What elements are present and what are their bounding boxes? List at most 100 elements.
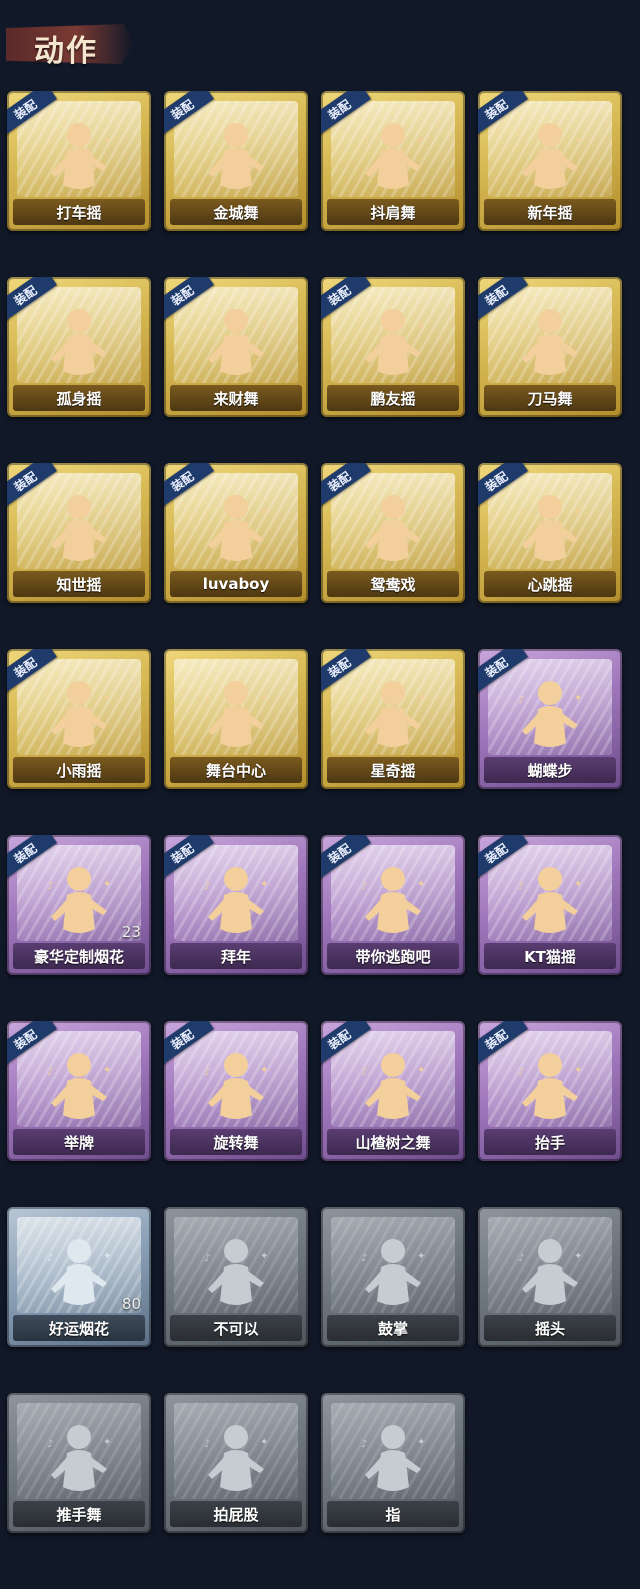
- emote-card[interactable]: ♪ ✦ 装配 鹏友摇: [321, 277, 465, 417]
- svg-text:♪: ♪: [47, 1067, 53, 1078]
- svg-text:✦: ✦: [417, 1251, 425, 1262]
- emote-card[interactable]: ♪ ✦ 80 好运烟花: [7, 1207, 151, 1347]
- card-label-bar: 舞台中心: [170, 757, 302, 783]
- emote-card[interactable]: ♪ ✦ 装配 知世摇: [7, 463, 151, 603]
- card-label: 旋转舞: [213, 1133, 259, 1152]
- emote-card[interactable]: ♪ ✦ 舞台中心: [164, 649, 308, 789]
- card-label-bar: 拍屁股: [170, 1501, 302, 1527]
- emote-card[interactable]: ♪ ✦ 装配 山楂树之舞: [321, 1021, 465, 1161]
- emote-card[interactable]: ♪ ✦ 装配 星奇摇: [321, 649, 465, 789]
- push-hand-icon: ♪ ✦: [37, 1417, 121, 1503]
- card-label-bar: 鼓掌: [327, 1315, 459, 1341]
- svg-text:✦: ✦: [574, 693, 582, 704]
- emote-card[interactable]: ♪ ✦ 装配 23 豪华定制烟花: [7, 835, 151, 975]
- card-label: 好运烟花: [48, 1319, 109, 1338]
- emote-card[interactable]: ♪ ✦ 装配 打车摇: [7, 91, 151, 231]
- svg-text:♪: ♪: [47, 509, 53, 520]
- card-label-bar: 豪华定制烟花: [13, 943, 145, 969]
- card-label-bar: 好运烟花: [13, 1315, 145, 1341]
- emote-card[interactable]: ♪ ✦ 拍屁股: [164, 1393, 308, 1533]
- card-label: 指: [385, 1505, 401, 1524]
- svg-text:✦: ✦: [260, 1065, 268, 1076]
- svg-text:✦: ✦: [417, 507, 425, 518]
- card-label: 刀马舞: [527, 389, 573, 408]
- card-label: 拍屁股: [213, 1505, 259, 1524]
- emote-card[interactable]: ♪ ✦ 装配 举牌: [7, 1021, 151, 1161]
- svg-text:♪: ♪: [204, 695, 210, 706]
- card-label: 鸳鸯戏: [370, 575, 416, 594]
- emote-card[interactable]: ♪ ✦ 摇头: [478, 1207, 622, 1347]
- svg-text:♪: ♪: [204, 881, 210, 892]
- card-label: 带你逃跑吧: [355, 947, 431, 966]
- svg-text:♪: ♪: [518, 509, 524, 520]
- svg-text:✦: ✦: [260, 321, 268, 332]
- emote-card[interactable]: ♪ ✦ 装配 孤身摇: [7, 277, 151, 417]
- card-label-bar: 不可以: [170, 1315, 302, 1341]
- emote-card[interactable]: ♪ ✦ 装配 心跳摇: [478, 463, 622, 603]
- dancer-icon: ♪ ✦: [508, 115, 592, 201]
- section-header: 动作: [6, 12, 134, 76]
- emote-card[interactable]: ♪ ✦ 装配 抖肩舞: [321, 91, 465, 231]
- emote-card[interactable]: ♪ ✦ 装配 刀马舞: [478, 277, 622, 417]
- card-label: 摇头: [534, 1319, 565, 1338]
- card-label: 星奇摇: [370, 761, 416, 780]
- emote-card[interactable]: ♪ ✦ 装配 带你逃跑吧: [321, 835, 465, 975]
- card-label-bar: 山楂树之舞: [327, 1129, 459, 1155]
- emote-card[interactable]: ♪ ✦ 装配 金城舞: [164, 91, 308, 231]
- card-label-bar: 鹏友摇: [327, 385, 459, 411]
- svg-text:♪: ♪: [361, 695, 367, 706]
- emote-card[interactable]: ♪ ✦ 装配 鸳鸯戏: [321, 463, 465, 603]
- emote-card[interactable]: ♪ ✦ 装配 蝴蝶步: [478, 649, 622, 789]
- card-label: 拜年: [220, 947, 251, 966]
- card-label: 金城舞: [213, 203, 259, 222]
- emote-card[interactable]: ♪ ✦ 鼓掌: [321, 1207, 465, 1347]
- svg-text:♪: ♪: [47, 323, 53, 334]
- emote-card[interactable]: ♪ ✦ 推手舞: [7, 1393, 151, 1533]
- svg-text:♪: ♪: [204, 1067, 210, 1078]
- emote-card[interactable]: ♪ ✦ 指: [321, 1393, 465, 1533]
- card-label: 蝴蝶步: [527, 761, 573, 780]
- dancer-icon: ♪ ✦: [194, 301, 278, 387]
- svg-text:✦: ✦: [103, 1437, 111, 1448]
- emote-card[interactable]: ♪ ✦ 装配 拜年: [164, 835, 308, 975]
- dancer-icon: ♪ ✦: [351, 487, 435, 573]
- svg-text:♪: ♪: [361, 509, 367, 520]
- svg-text:♪: ♪: [204, 323, 210, 334]
- svg-text:♪: ♪: [518, 1253, 524, 1264]
- card-label: KT猫摇: [524, 947, 576, 966]
- svg-text:✦: ✦: [574, 321, 582, 332]
- emote-card[interactable]: ♪ ✦ 装配 旋转舞: [164, 1021, 308, 1161]
- card-label-bar: luvaboy: [170, 571, 302, 597]
- card-label: 豪华定制烟花: [33, 947, 124, 966]
- dancer-icon: ♪ ✦: [194, 115, 278, 201]
- emote-card[interactable]: ♪ ✦ 不可以: [164, 1207, 308, 1347]
- emote-card[interactable]: ♪ ✦ 装配 luvaboy: [164, 463, 308, 603]
- emote-card[interactable]: ♪ ✦ 装配 小雨摇: [7, 649, 151, 789]
- card-label: 心跳摇: [527, 575, 573, 594]
- emote-card[interactable]: ♪ ✦ 装配 新年摇: [478, 91, 622, 231]
- card-label: 孤身摇: [56, 389, 102, 408]
- card-label: 打车摇: [56, 203, 102, 222]
- emote-card[interactable]: ♪ ✦ 装配 KT猫摇: [478, 835, 622, 975]
- svg-text:♪: ♪: [361, 881, 367, 892]
- card-label-bar: 拜年: [170, 943, 302, 969]
- card-label-bar: 金城舞: [170, 199, 302, 225]
- dancer-icon: ♪ ✦: [351, 301, 435, 387]
- card-label-bar: 知世摇: [13, 571, 145, 597]
- card-label: luvaboy: [202, 575, 270, 593]
- svg-text:♪: ♪: [47, 137, 53, 148]
- card-label-bar: 摇头: [484, 1315, 616, 1341]
- svg-text:♪: ♪: [518, 1067, 524, 1078]
- emote-card[interactable]: ♪ ✦ 装配 抬手: [478, 1021, 622, 1161]
- svg-text:✦: ✦: [103, 1065, 111, 1076]
- card-label-bar: 孤身摇: [13, 385, 145, 411]
- svg-text:♪: ♪: [518, 881, 524, 892]
- raise-hand-icon: ♪ ✦: [508, 1045, 592, 1131]
- dancer-icon: ♪ ✦: [37, 673, 121, 759]
- card-label-bar: 来财舞: [170, 385, 302, 411]
- svg-text:✦: ✦: [260, 1251, 268, 1262]
- svg-text:♪: ♪: [204, 137, 210, 148]
- svg-text:✦: ✦: [103, 693, 111, 704]
- svg-text:✦: ✦: [574, 1251, 582, 1262]
- emote-card[interactable]: ♪ ✦ 装配 来财舞: [164, 277, 308, 417]
